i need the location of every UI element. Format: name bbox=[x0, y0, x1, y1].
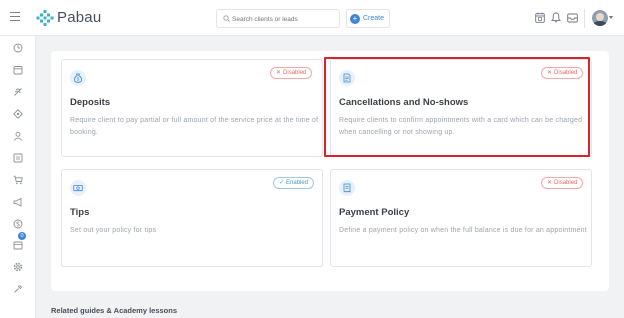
create-button[interactable]: + Create bbox=[346, 9, 390, 28]
pabau-logo[interactable] bbox=[36, 9, 54, 27]
status-badge: ✓ Enabled bbox=[273, 177, 315, 189]
inventory-icon[interactable] bbox=[13, 240, 23, 250]
policy-card-cancellations[interactable]: ✕ Disabled Cancellations and No-shows Req… bbox=[330, 59, 592, 157]
shop-icon[interactable] bbox=[13, 175, 23, 185]
card-description: Require client to pay partial or full am… bbox=[70, 117, 319, 136]
document-icon bbox=[339, 70, 355, 86]
svg-text:$: $ bbox=[77, 77, 80, 82]
inbox-icon[interactable] bbox=[567, 12, 578, 23]
status-badge: ✕ Disabled bbox=[541, 67, 584, 79]
policy-card-deposits[interactable]: $ ✕ Disabled Deposits Require client to p… bbox=[61, 59, 323, 157]
receipt-icon bbox=[339, 180, 355, 196]
card-description: Set out your policy for tips bbox=[70, 227, 157, 234]
notification-badge: 0 bbox=[18, 232, 26, 240]
finance-icon[interactable] bbox=[13, 219, 23, 229]
create-label: Create bbox=[363, 15, 385, 22]
card-title: Payment Policy bbox=[339, 207, 410, 218]
top-bar: Pabau + Create bbox=[0, 0, 624, 36]
marketing-icon[interactable] bbox=[13, 109, 23, 119]
sidebar: 0 bbox=[0, 36, 36, 318]
calendar-icon[interactable] bbox=[535, 12, 545, 23]
card-description: Define a payment policy on when the full… bbox=[339, 227, 587, 234]
card-title: Cancellations and No-shows bbox=[339, 97, 469, 108]
search-input[interactable] bbox=[232, 12, 336, 26]
status-badge: ✕ Disabled bbox=[541, 177, 584, 189]
settings-icon[interactable] bbox=[13, 262, 23, 272]
clients-icon[interactable] bbox=[13, 131, 23, 141]
dashboard-icon[interactable] bbox=[13, 43, 23, 53]
money-bag-icon: $ bbox=[70, 70, 86, 86]
card-description: Require clients to confirm appointments … bbox=[339, 117, 583, 136]
reports-icon[interactable] bbox=[13, 153, 23, 163]
brand-name: Pabau bbox=[57, 9, 102, 26]
avatar[interactable] bbox=[592, 10, 608, 26]
bell-icon[interactable] bbox=[551, 12, 561, 23]
campaigns-icon[interactable] bbox=[13, 197, 23, 207]
menu-icon[interactable] bbox=[10, 12, 20, 21]
card-title: Tips bbox=[70, 207, 90, 218]
related-guides-heading: Related guides & Academy lessons bbox=[51, 306, 178, 315]
search-box[interactable] bbox=[216, 9, 340, 28]
card-title: Deposits bbox=[70, 97, 111, 108]
search-icon bbox=[223, 15, 230, 22]
policy-card-tips[interactable]: ✓ Enabled Tips Set out your policy for ti… bbox=[61, 169, 323, 267]
header-divider bbox=[584, 9, 585, 28]
policies-panel: $ ✕ Disabled Deposits Require client to p… bbox=[51, 51, 609, 291]
setup-icon[interactable] bbox=[13, 284, 23, 294]
leads-icon[interactable] bbox=[13, 87, 23, 97]
calendar-icon[interactable] bbox=[13, 65, 23, 75]
banknote-icon bbox=[70, 180, 86, 196]
plus-icon: + bbox=[350, 14, 360, 24]
chevron-down-icon[interactable] bbox=[609, 16, 613, 19]
policy-card-payment-policy[interactable]: ✕ Disabled Payment Policy Define a paymen… bbox=[330, 169, 592, 267]
status-badge: ✕ Disabled bbox=[270, 67, 313, 79]
